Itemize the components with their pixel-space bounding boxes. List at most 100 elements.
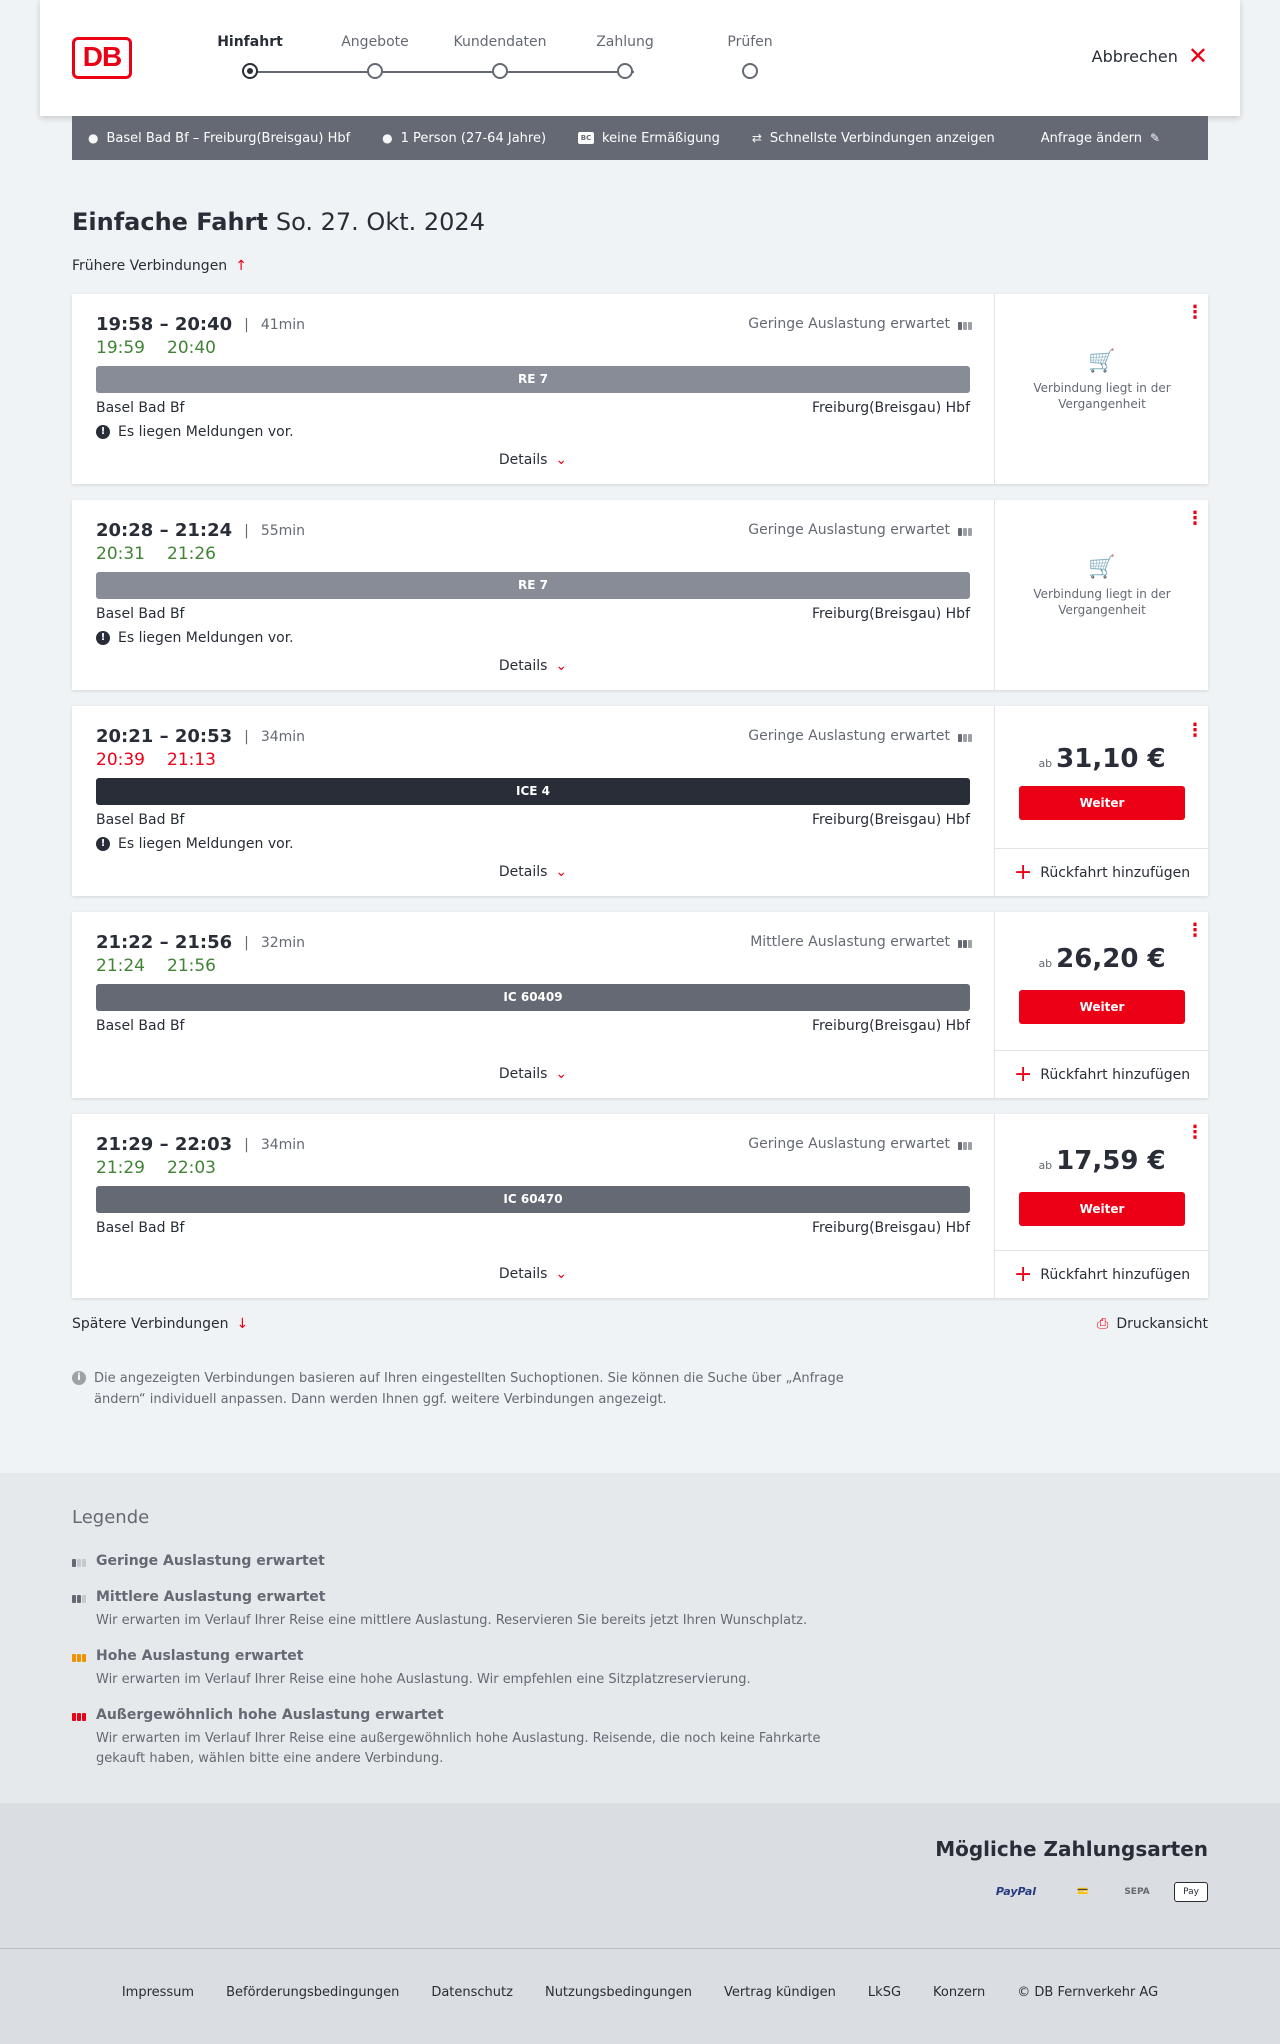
footer-link-vertrag-kuendigen[interactable]: Vertrag kündigen	[724, 1985, 836, 2000]
realtime-times: 19:59 20:40	[96, 338, 216, 358]
realtime-times: 20:31 21:26	[96, 544, 216, 564]
more-options-icon[interactable]: ⋮	[1186, 722, 1204, 740]
details-toggle[interactable]: Details ⌄	[72, 452, 994, 468]
details-label: Details	[498, 658, 548, 674]
stations: Basel Bad Bf Freiburg(Breisgau) Hbf	[96, 400, 970, 416]
continue-button[interactable]: Weiter	[1019, 1192, 1185, 1226]
price: ab 31,10 €	[995, 744, 1209, 774]
occupancy-medium-icon	[958, 936, 972, 948]
destination-station: Freiburg(Breisgau) Hbf	[811, 400, 970, 416]
occupancy-high-icon	[72, 1650, 88, 1662]
disruption-message: ! Es liegen Meldungen vor.	[96, 630, 294, 646]
pencil-icon: ✎	[1149, 131, 1160, 145]
query-discount-text: keine Ermäßigung	[602, 130, 720, 146]
footer-link-nutzungsbedingungen[interactable]: Nutzungsbedingungen	[545, 1985, 692, 2000]
legend-item-text: Wir erwarten im Verlauf Ihrer Reise eine…	[96, 1731, 821, 1766]
more-options-icon[interactable]: ⋮	[1186, 510, 1204, 528]
stations: Basel Bad Bf Freiburg(Breisgau) Hbf	[96, 812, 970, 828]
details-label: Details	[498, 1066, 548, 1082]
add-return-label: Rückfahrt hinzufügen	[1040, 864, 1191, 881]
query-passengers-text: 1 Person (27-64 Jahre)	[400, 130, 547, 146]
step-angebote: Angebote	[341, 34, 409, 50]
more-options-icon[interactable]: ⋮	[1186, 304, 1204, 322]
train-bar[interactable]: IC 60409	[96, 984, 970, 1011]
page-title: Einfache Fahrt So. 27. Okt. 2024	[72, 208, 485, 236]
later-connections-link[interactable]: Spätere Verbindungen ↓	[72, 1316, 248, 1332]
earlier-connections-label: Frühere Verbindungen	[72, 258, 228, 274]
connection-card: 21:22 – 21:56 | 32min 21:24 21:56 Mittlere …	[72, 912, 1209, 1098]
price-prefix: ab	[1038, 957, 1053, 970]
details-toggle[interactable]: Details ⌄	[72, 864, 994, 880]
footer-link-impressum[interactable]: Impressum	[122, 1985, 194, 2000]
footer-link-datenschutz[interactable]: Datenschutz	[431, 1985, 513, 2000]
add-return-button[interactable]: + Rückfahrt hinzufügen	[995, 848, 1209, 896]
arrow-up-icon: ↑	[235, 258, 247, 274]
train-bar[interactable]: RE 7	[96, 366, 970, 393]
connection-card: 20:21 – 20:53 | 34min 20:39 21:13 Geringe A…	[72, 706, 1209, 896]
more-options-icon[interactable]: ⋮	[1186, 922, 1204, 940]
details-toggle[interactable]: Details ⌄	[72, 658, 994, 674]
scheduled-times: 21:22 – 21:56	[96, 932, 233, 953]
credit-card-icon: 💳	[1077, 1887, 1089, 1897]
details-toggle[interactable]: Details ⌄	[72, 1066, 994, 1082]
legend-title: Legende	[72, 1507, 150, 1528]
add-return-button[interactable]: + Rückfahrt hinzufügen	[995, 1250, 1209, 1298]
print-view-label: Druckansicht	[1116, 1316, 1208, 1332]
scheduled-times: 20:21 – 20:53	[96, 726, 233, 747]
train-bar[interactable]: RE 7	[96, 572, 970, 599]
plus-icon: +	[1013, 1261, 1033, 1287]
print-view-link[interactable]: ⎙ Druckansicht	[1097, 1316, 1208, 1332]
details-toggle[interactable]: Details ⌄	[72, 1266, 994, 1282]
duration: 32min	[260, 934, 306, 951]
earlier-connections-link[interactable]: Frühere Verbindungen ↑	[72, 258, 247, 274]
price-prefix: ab	[1038, 757, 1053, 770]
step-pruefen: Prüfen	[727, 34, 773, 50]
legend-item-text: Wir erwarten im Verlauf Ihrer Reise eine…	[96, 1672, 751, 1687]
continue-button[interactable]: Weiter	[1019, 990, 1185, 1024]
destination-station: Freiburg(Breisgau) Hbf	[811, 606, 970, 622]
chevron-down-icon: ⌄	[555, 1266, 568, 1282]
continue-button[interactable]: Weiter	[1019, 786, 1185, 820]
occupancy-low-icon	[958, 730, 972, 742]
payment-title: Mögliche Zahlungsarten	[935, 1837, 1208, 1861]
realtime-arrival: 21:56	[167, 956, 216, 976]
past-text: Verbindung liegt in der Vergangenheit	[1033, 587, 1171, 617]
train-bar[interactable]: ICE 4	[96, 778, 970, 805]
step-hinfahrt: Hinfahrt	[217, 34, 283, 50]
train-bar[interactable]: IC 60470	[96, 1186, 970, 1213]
connection-times: 20:21 – 20:53 | 34min	[96, 726, 306, 747]
message-text: Es liegen Meldungen vor.	[118, 424, 294, 440]
footer-link-lksg[interactable]: LkSG	[868, 1985, 901, 2000]
printer-icon: ⎙	[1097, 1316, 1109, 1332]
cancel-button[interactable]: Abbrechen ✕	[1091, 42, 1208, 70]
edit-query-button[interactable]: Anfrage ändern ✎	[1041, 131, 1160, 146]
step-zahlung: Zahlung	[596, 34, 654, 50]
info-text: Die angezeigten Verbindungen basieren au…	[94, 1371, 844, 1407]
add-return-button[interactable]: + Rückfahrt hinzufügen	[995, 1050, 1209, 1098]
legend-section: Legende Geringe Auslastung erwartet Mitt…	[0, 1473, 1280, 1803]
duration: 55min	[260, 522, 306, 539]
query-route-text: Basel Bad Bf – Freiburg(Breisgau) Hbf	[106, 130, 351, 146]
duration: 41min	[260, 316, 306, 333]
occupancy-text: Geringe Auslastung erwartet	[748, 1136, 950, 1152]
db-logo[interactable]: DB	[72, 37, 132, 79]
connection-times: 21:22 – 21:56 | 32min	[96, 932, 306, 953]
more-options-icon[interactable]: ⋮	[1186, 1124, 1204, 1142]
legend-item-low: Geringe Auslastung erwartet	[72, 1553, 872, 1569]
arrow-down-icon: ↓	[236, 1316, 249, 1332]
connection-card: 21:29 – 22:03 | 34min 21:29 22:03 Geringe A…	[72, 1114, 1209, 1298]
occupancy-text: Geringe Auslastung erwartet	[748, 316, 950, 332]
add-return-label: Rückfahrt hinzufügen	[1040, 1266, 1191, 1283]
legend-item-medium: Mittlere Auslastung erwartet Wir erwarte…	[72, 1589, 872, 1631]
edit-query-label: Anfrage ändern	[1040, 130, 1142, 146]
stations: Basel Bad Bf Freiburg(Breisgau) Hbf	[96, 1018, 970, 1034]
cancel-label: Abbrechen	[1091, 46, 1178, 66]
close-icon: ✕	[1187, 42, 1208, 70]
details-label: Details	[498, 452, 548, 468]
scheduled-times: 20:28 – 21:24	[96, 520, 233, 541]
occupancy-text: Geringe Auslastung erwartet	[748, 728, 950, 744]
details-label: Details	[498, 864, 548, 880]
footer-link-konzern[interactable]: Konzern	[933, 1985, 985, 2000]
footer-link-befoerderungsbedingungen[interactable]: Beförderungsbedingungen	[226, 1985, 399, 2000]
page-header: DB Hinfahrt Angebote Kundendaten Zahlung…	[40, 0, 1240, 116]
